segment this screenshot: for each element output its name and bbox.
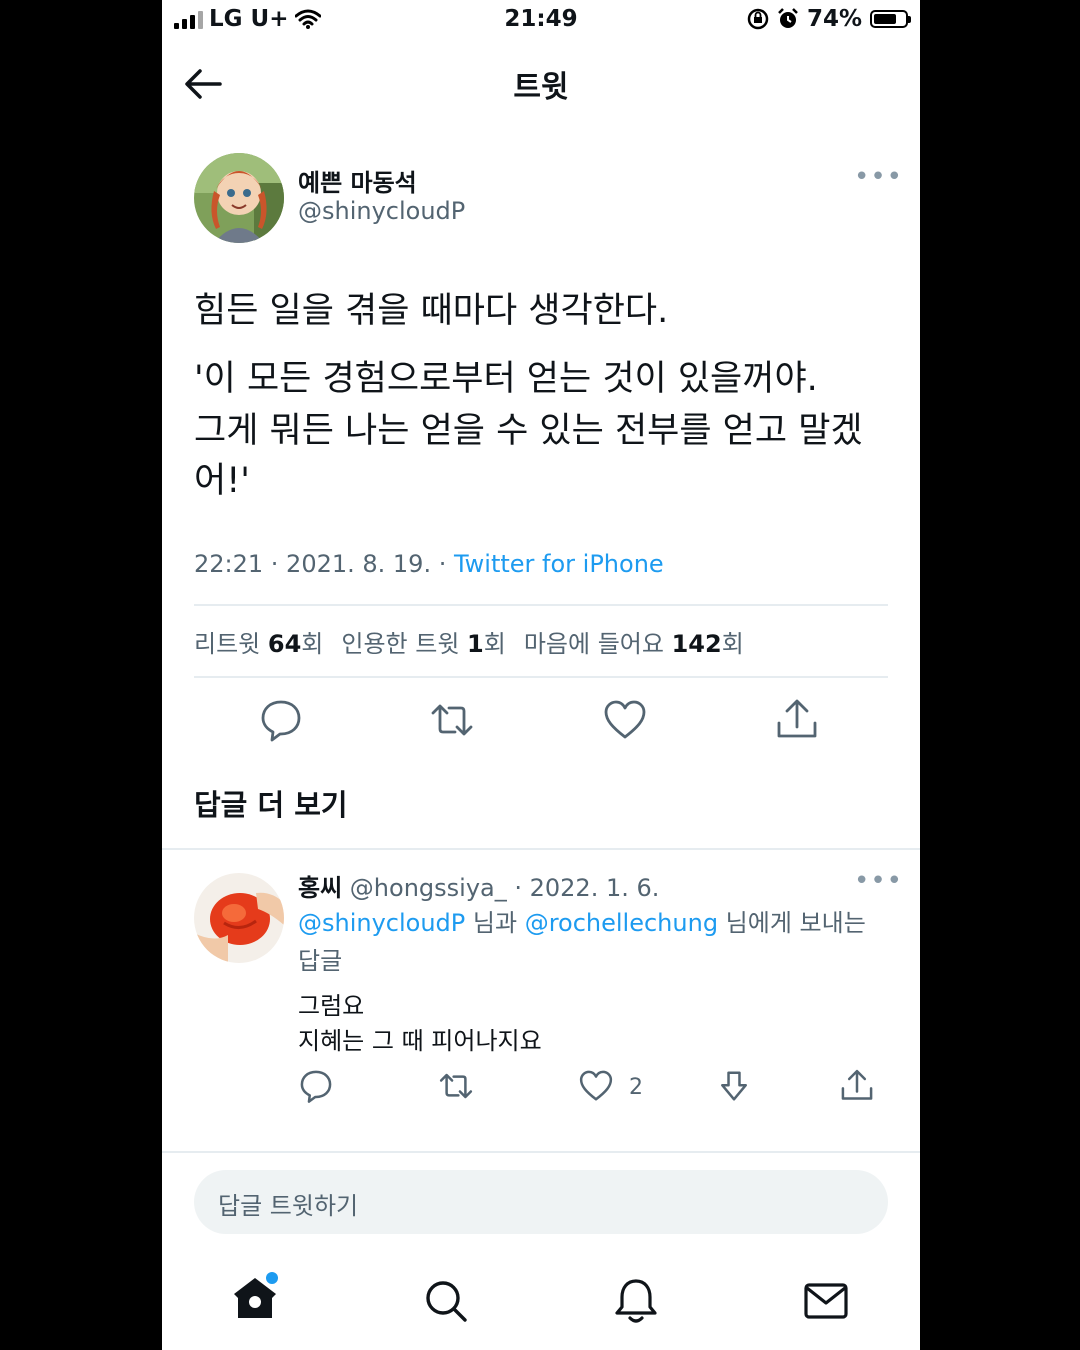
compose-placeholder: 답글 트윗하기 bbox=[218, 1192, 359, 1220]
mention-link[interactable]: @shinycloudP bbox=[298, 909, 465, 937]
battery-percent: 74% bbox=[806, 6, 862, 32]
retweet-icon[interactable] bbox=[429, 697, 475, 743]
tweet-stats: 리트윗 64회 인용한 트윗 1회 마음에 들어요 142회 bbox=[194, 624, 744, 659]
like-count[interactable]: 마음에 들어요 142회 bbox=[524, 624, 744, 659]
divider bbox=[162, 1151, 920, 1153]
page-title: 트윗 bbox=[513, 70, 569, 105]
downvote-icon[interactable] bbox=[716, 1068, 752, 1104]
reply-icon[interactable] bbox=[298, 1068, 334, 1104]
divider bbox=[194, 604, 888, 606]
share-icon[interactable] bbox=[774, 697, 820, 743]
bell-icon[interactable] bbox=[611, 1276, 661, 1326]
back-arrow-icon[interactable] bbox=[182, 66, 226, 102]
heart-icon[interactable] bbox=[602, 697, 648, 743]
retweet-count[interactable]: 리트윗 64회 bbox=[194, 624, 323, 659]
tweet-text-line: '이 모든 경험으로부터 얻는 것이 있을꺼야. bbox=[194, 359, 818, 399]
tweet-text-line: 그게 뭐든 나는 얻을 수 있는 전부를 얻고 말겠 bbox=[194, 411, 863, 451]
status-bar: LG U+ 21:49 74% bbox=[162, 0, 920, 42]
retweet-icon[interactable] bbox=[438, 1068, 474, 1104]
reply-compose-field[interactable]: 답글 트윗하기 bbox=[194, 1170, 888, 1234]
heart-icon[interactable] bbox=[578, 1068, 614, 1104]
reply-like-count: 2 bbox=[629, 1075, 643, 1100]
mail-icon[interactable] bbox=[801, 1276, 851, 1326]
reply-icon[interactable] bbox=[258, 697, 304, 743]
divider bbox=[194, 676, 888, 678]
home-icon[interactable] bbox=[230, 1272, 280, 1322]
reply-avatar[interactable] bbox=[194, 873, 284, 963]
quote-count[interactable]: 인용한 트윗 1회 bbox=[341, 624, 505, 659]
author-handle[interactable]: @shinycloudP bbox=[298, 197, 465, 225]
mention-link[interactable]: @rochellechung bbox=[525, 909, 718, 937]
battery-icon bbox=[870, 10, 911, 28]
tweet-source-link[interactable]: Twitter for iPhone bbox=[454, 550, 664, 578]
reply-text-line: 지혜는 그 때 피어나지요 bbox=[298, 1027, 542, 1055]
tweet-meta: 22:21 · 2021. 8. 19. · Twitter for iPhon… bbox=[194, 550, 664, 578]
author-avatar[interactable] bbox=[194, 153, 284, 243]
more-replies-heading: 답글 더 보기 bbox=[194, 788, 348, 822]
reply-header: 홍씨 @hongssiya_ · 2022. 1. 6. bbox=[298, 868, 659, 903]
tweet-timestamp: 22:21 · 2021. 8. 19. · bbox=[194, 550, 454, 578]
divider bbox=[162, 848, 920, 850]
reply-handle-date[interactable]: @hongssiya_ · 2022. 1. 6. bbox=[342, 874, 660, 902]
phone-screen: LG U+ 21:49 74% 트윗 예쁜 마동석 @shinycloudP •… bbox=[162, 0, 920, 1350]
alarm-icon bbox=[778, 8, 798, 28]
replying-to: @shinycloudP 님과 @rochellechung 님에게 보내는 답… bbox=[298, 909, 866, 975]
share-icon[interactable] bbox=[839, 1068, 875, 1104]
top-header: 트윗 bbox=[162, 48, 920, 120]
search-icon[interactable] bbox=[421, 1276, 471, 1326]
more-icon[interactable]: ••• bbox=[854, 162, 903, 192]
tweet-text-line: 어!' bbox=[194, 461, 250, 501]
status-right: 74% bbox=[747, 6, 911, 32]
reply-text-line: 그럼요 bbox=[298, 992, 365, 1020]
orientation-lock-icon bbox=[747, 8, 769, 30]
reply-author-name[interactable]: 홍씨 bbox=[298, 874, 342, 902]
author-name[interactable]: 예쁜 마동석 bbox=[298, 163, 417, 198]
tweet-text-line: 힘든 일을 겪을 때마다 생각한다. bbox=[194, 291, 669, 331]
more-icon[interactable]: ••• bbox=[854, 866, 903, 896]
